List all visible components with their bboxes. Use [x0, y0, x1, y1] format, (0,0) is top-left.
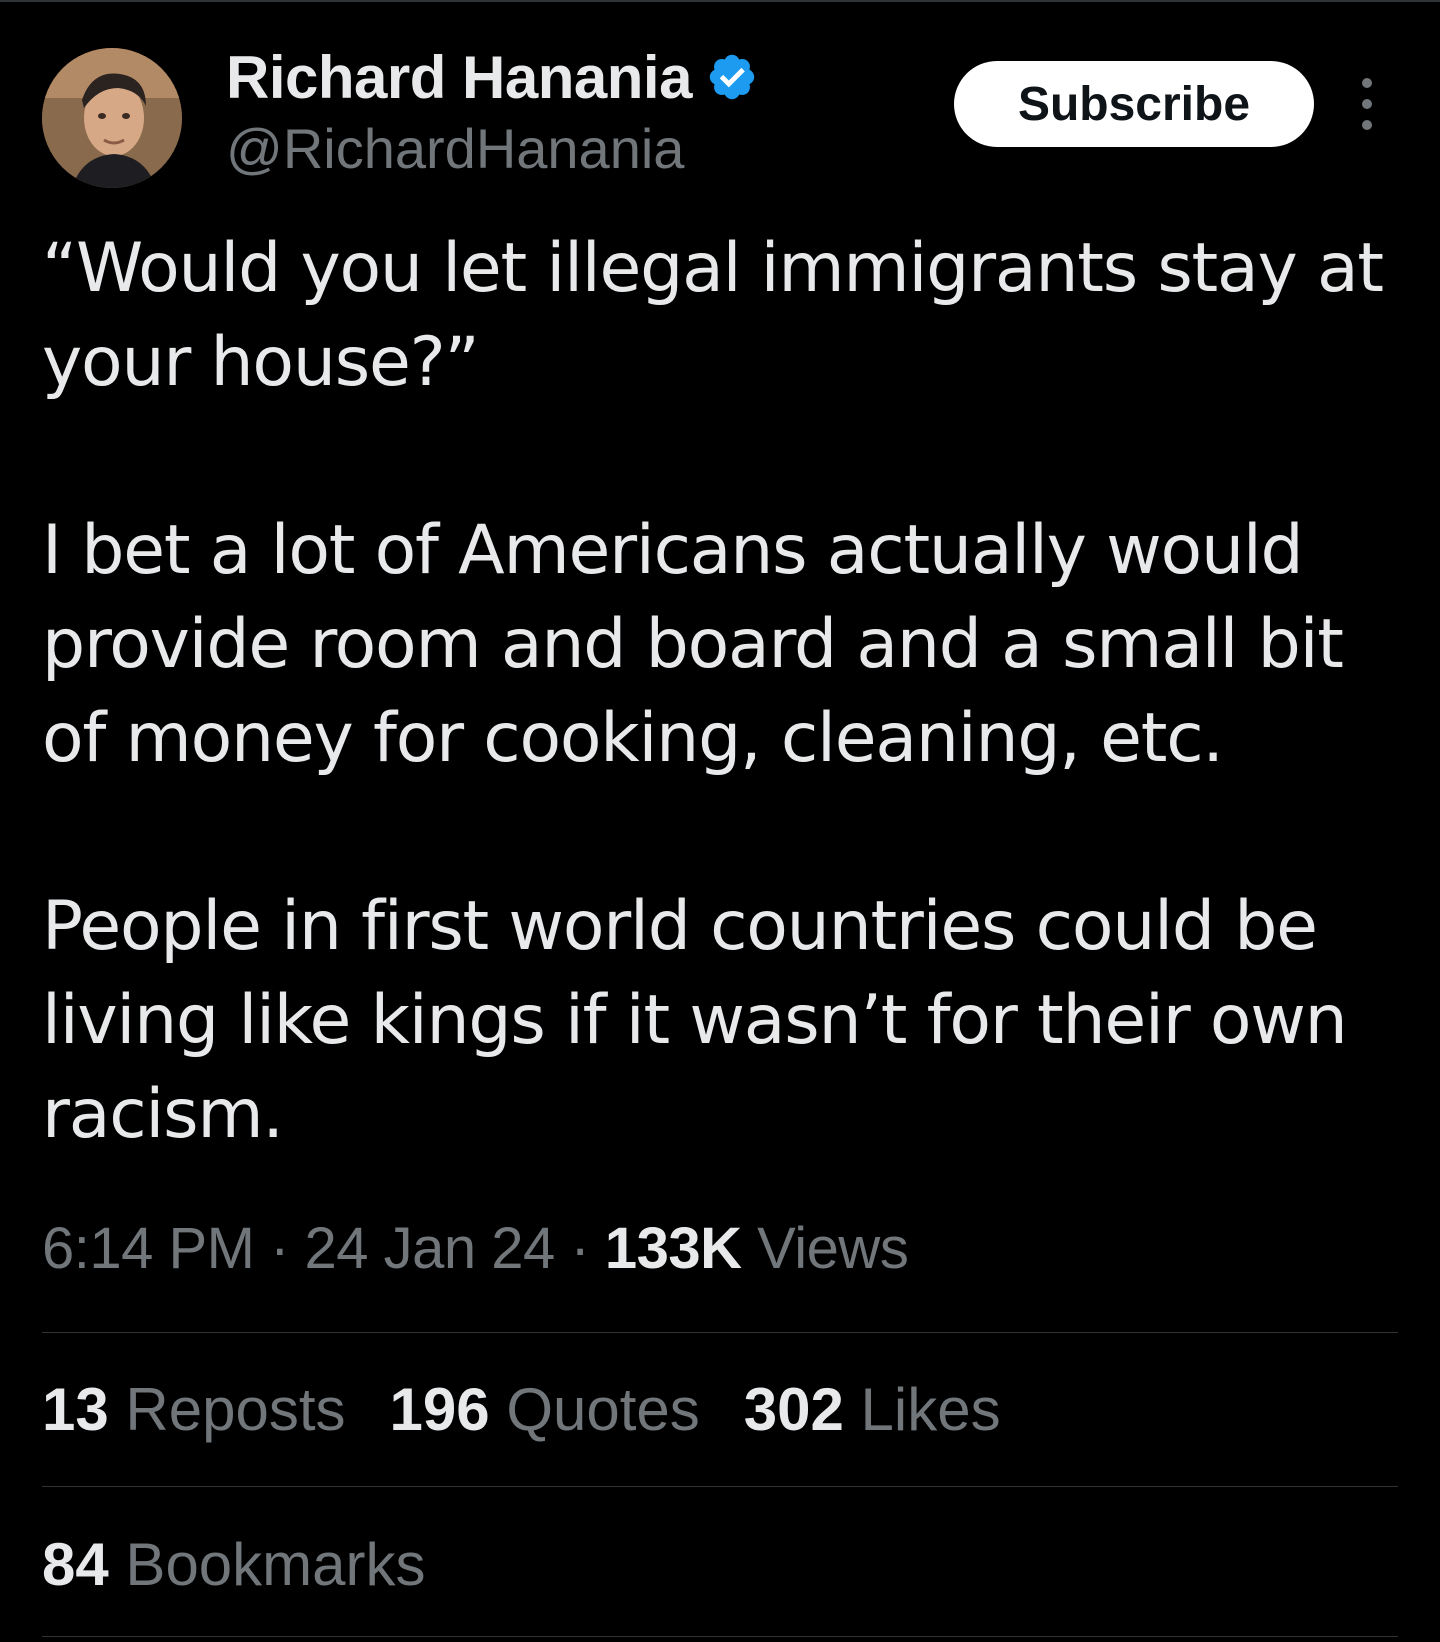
quotes-stat[interactable]: 196 Quotes	[390, 1375, 700, 1444]
more-dot	[1362, 120, 1372, 130]
quotes-label: Quotes	[506, 1376, 700, 1443]
bookmarks-count: 84	[42, 1531, 109, 1598]
tweet-date[interactable]: 24 Jan 24	[305, 1216, 556, 1281]
meta-separator: ·	[554, 1216, 605, 1281]
tweet-paragraph: “Would you let illegal immigrants stay a…	[42, 229, 1384, 402]
quotes-count: 196	[389, 1376, 490, 1443]
bookmarks-label: Bookmarks	[125, 1531, 426, 1598]
views-label: Views	[757, 1216, 909, 1281]
more-vertical-icon[interactable]	[1352, 78, 1382, 130]
meta-separator: ·	[254, 1216, 305, 1281]
divider	[42, 1636, 1398, 1637]
divider	[42, 1332, 1398, 1333]
bookmarks-stat[interactable]: 84 Bookmarks	[42, 1530, 426, 1599]
likes-stat[interactable]: 302 Likes	[744, 1375, 1001, 1444]
likes-count: 302	[743, 1376, 844, 1443]
author-handle[interactable]: @RichardHanania	[226, 116, 684, 181]
divider	[42, 1486, 1398, 1487]
engagement-stats: 13 Reposts 196 Quotes 302 Likes	[42, 1375, 1045, 1444]
author-name-row: Richard Hanania	[226, 42, 758, 112]
tweet-meta: 6:14 PM · 24 Jan 24 · 133K Views	[42, 1215, 909, 1282]
tweet: Richard Hanania @RichardHanania Subscrib…	[0, 0, 1440, 1642]
more-dot	[1362, 99, 1372, 109]
reposts-stat[interactable]: 13 Reposts	[42, 1375, 346, 1444]
avatar[interactable]	[42, 48, 182, 188]
reposts-label: Reposts	[125, 1376, 346, 1443]
views-count: 133K	[604, 1216, 742, 1281]
subscribe-button[interactable]: Subscribe	[954, 61, 1314, 147]
tweet-text: “Would you let illegal immigrants stay a…	[42, 222, 1412, 1162]
reposts-count: 13	[42, 1376, 109, 1443]
tweet-time[interactable]: 6:14 PM	[42, 1216, 255, 1281]
author-display-name[interactable]: Richard Hanania	[226, 43, 692, 112]
tweet-paragraph: I bet a lot of Americans actually would …	[42, 511, 1344, 778]
verified-badge-icon	[709, 54, 755, 100]
more-dot	[1362, 78, 1372, 88]
tweet-paragraph: People in first world countries could be…	[42, 887, 1348, 1154]
likes-label: Likes	[860, 1376, 1001, 1443]
avatar-photo	[42, 48, 182, 188]
